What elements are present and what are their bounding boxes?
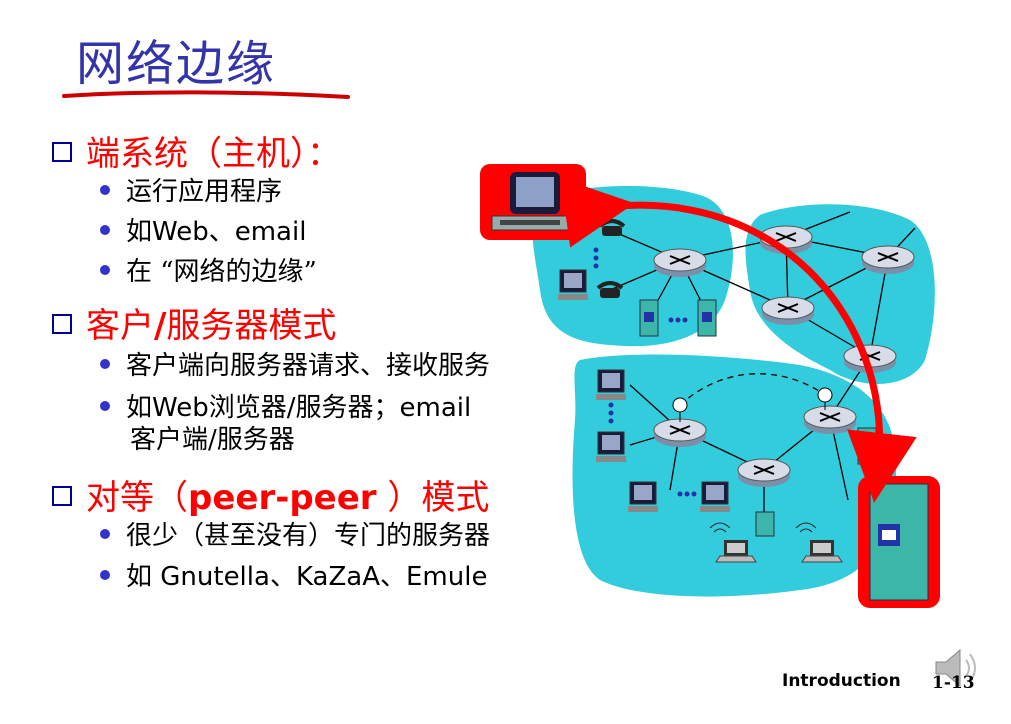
bullet-dot-icon <box>100 225 110 235</box>
title-underline <box>62 90 350 99</box>
host-computer-icon <box>558 269 588 300</box>
network-edge-diagram <box>480 164 940 608</box>
router-icon <box>761 296 815 325</box>
square-bullet-icon <box>52 486 72 506</box>
host-computer-icon <box>596 369 626 400</box>
highlighted-server-icon <box>858 476 940 608</box>
square-bullet-icon <box>52 142 72 162</box>
base-station-icon <box>755 511 775 537</box>
server-icon <box>639 299 659 337</box>
host-computer-icon <box>628 481 658 512</box>
bullet-dot-icon <box>100 570 110 580</box>
router-icon <box>861 245 915 274</box>
host-computer-icon <box>596 431 626 462</box>
bullet-item: 如Web、email <box>100 216 306 248</box>
bullet-dot-icon <box>100 529 110 539</box>
bullet-item: 很少（甚至没有）专门的服务器 <box>100 520 490 552</box>
bullet-dot-icon <box>100 185 110 195</box>
bullet-item: 如Web浏览器/服务器；email <box>100 392 471 424</box>
slide-title: 网络边缘 <box>76 36 277 92</box>
bullet-item: 客户端向服务器请求、接收服务 <box>100 350 490 382</box>
bullet-item-continuation: 客户端/服务器 <box>130 425 295 455</box>
bullet-dot-icon <box>100 265 110 275</box>
bullet-item: 运行应用程序 <box>100 176 282 208</box>
section-heading-client-server: 客户/服务器模式 <box>52 298 336 347</box>
router-icon <box>653 248 707 277</box>
router-icon <box>653 418 707 447</box>
bullet-dot-icon <box>100 401 110 411</box>
router-icon <box>737 458 791 487</box>
footer-label: Introduction <box>782 671 901 691</box>
bullet-item: 如 Gnutella、KaZaA、Emule <box>100 561 487 593</box>
host-computer-icon <box>700 481 730 512</box>
section-heading-peer-to-peer: 对等（peer-peer ）模式 <box>52 470 489 519</box>
router-icon <box>803 405 857 434</box>
section-heading-end-systems: 端系统（主机）： <box>52 126 341 175</box>
server-icon <box>857 427 877 465</box>
square-bullet-icon <box>52 314 72 334</box>
bullet-item: 在 “网络的边缘” <box>100 256 317 288</box>
highlighted-host-computer-icon <box>480 164 586 240</box>
bullet-dot-icon <box>100 359 110 369</box>
page-number: 1-13 <box>932 673 975 693</box>
server-icon <box>697 299 717 337</box>
